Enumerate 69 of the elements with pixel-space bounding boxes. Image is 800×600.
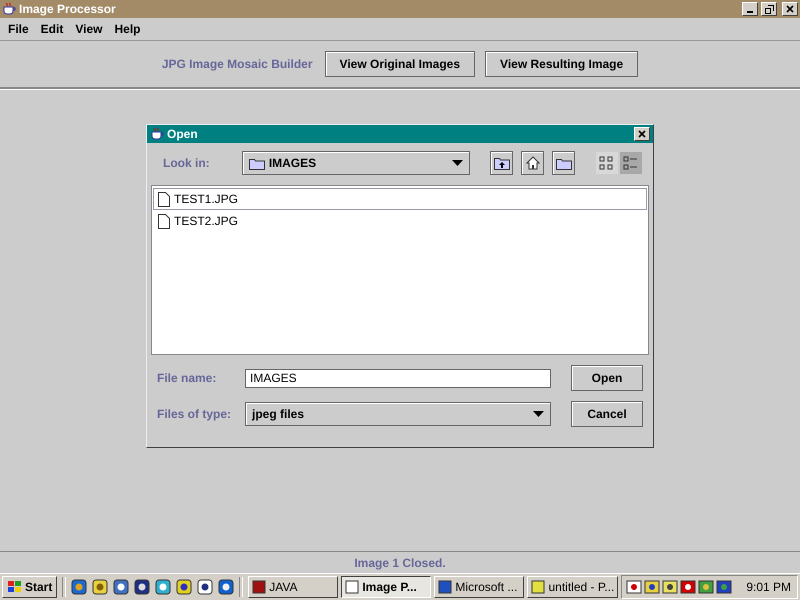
tray-icon[interactable] — [644, 579, 660, 595]
details-view-icon — [623, 156, 638, 170]
list-view-icon — [599, 156, 614, 170]
folder-icon — [556, 156, 572, 170]
new-folder-button[interactable] — [552, 151, 576, 175]
file-list-entry[interactable]: TEST2.JPG — [153, 210, 647, 232]
file-list-entry[interactable]: TEST1.JPG — [153, 188, 647, 210]
windows-flag-icon — [7, 580, 23, 594]
minimize-button[interactable] — [742, 2, 758, 16]
taskbar-button[interactable]: JAVA — [248, 576, 338, 598]
tray-icon[interactable] — [698, 579, 714, 595]
dialog-title: Open — [167, 127, 198, 141]
look-in-dropdown[interactable]: IMAGES — [242, 151, 470, 175]
close-button[interactable] — [782, 2, 798, 16]
close-icon — [638, 130, 646, 138]
app-icon[interactable] — [197, 579, 214, 595]
app-icon[interactable] — [176, 579, 192, 595]
look-in-label: Look in: — [163, 156, 211, 170]
tray-icon[interactable] — [716, 579, 732, 595]
app-icon — [531, 580, 546, 594]
close-icon — [786, 5, 794, 13]
file-type-label: Files of type: — [157, 407, 232, 421]
taskbar-button[interactable]: Image P... — [341, 576, 432, 598]
home-icon — [526, 156, 540, 170]
view-button[interactable]: View Resulting Image — [485, 51, 638, 77]
coffee-cup-icon — [2, 2, 16, 16]
tray-icon[interactable] — [680, 579, 696, 595]
menu-item[interactable]: File — [2, 22, 35, 36]
folder-icon — [248, 156, 265, 170]
document-icon — [158, 214, 170, 228]
status-text: Image 1 Closed. — [354, 556, 446, 570]
menu-item[interactable]: View — [69, 22, 108, 36]
menu-item[interactable]: Edit — [34, 22, 70, 36]
details-view-button[interactable] — [618, 151, 643, 175]
up-folder-button[interactable] — [490, 151, 514, 175]
taskbar-button[interactable]: untitled - P... — [527, 576, 618, 598]
app-icon — [438, 580, 452, 594]
window-title: Image Processor — [19, 2, 116, 16]
home-button[interactable] — [521, 151, 544, 175]
restore-icon — [764, 4, 774, 14]
start-button[interactable]: Start — [2, 576, 58, 598]
app-icon[interactable] — [113, 579, 130, 595]
up-folder-icon — [494, 156, 510, 170]
toolbar-label: JPG Image Mosaic Builder — [162, 57, 313, 71]
file-type-dropdown[interactable]: jpeg files — [245, 402, 551, 426]
menu-item[interactable]: Help — [108, 22, 146, 36]
tray-icon[interactable] — [626, 579, 642, 595]
app-icon[interactable] — [218, 579, 234, 595]
file-name-label: File name: — [157, 371, 218, 385]
taskbar-button[interactable]: Microsoft ... — [434, 576, 524, 598]
app-icon[interactable] — [134, 579, 150, 595]
app-icon — [252, 580, 266, 594]
cancel-button[interactable]: Cancel — [571, 401, 643, 427]
dropdown-arrow-icon — [452, 160, 464, 166]
app-icon[interactable] — [155, 579, 172, 595]
clock: 9:01 PM — [746, 580, 792, 594]
view-button[interactable]: View Original Images — [324, 51, 476, 77]
coffee-cup-icon — [150, 127, 164, 141]
app-icon[interactable] — [71, 579, 88, 595]
restore-button[interactable] — [761, 2, 777, 16]
document-icon — [158, 192, 170, 206]
file-name-field[interactable]: IMAGES — [245, 368, 551, 388]
dropdown-arrow-icon — [533, 411, 544, 417]
open-button[interactable]: Open — [571, 365, 643, 391]
list-view-button[interactable] — [594, 151, 619, 175]
tray-icon[interactable] — [662, 579, 678, 595]
app-icon — [345, 580, 360, 594]
app-icon[interactable] — [92, 579, 108, 595]
close-button[interactable] — [634, 127, 650, 141]
